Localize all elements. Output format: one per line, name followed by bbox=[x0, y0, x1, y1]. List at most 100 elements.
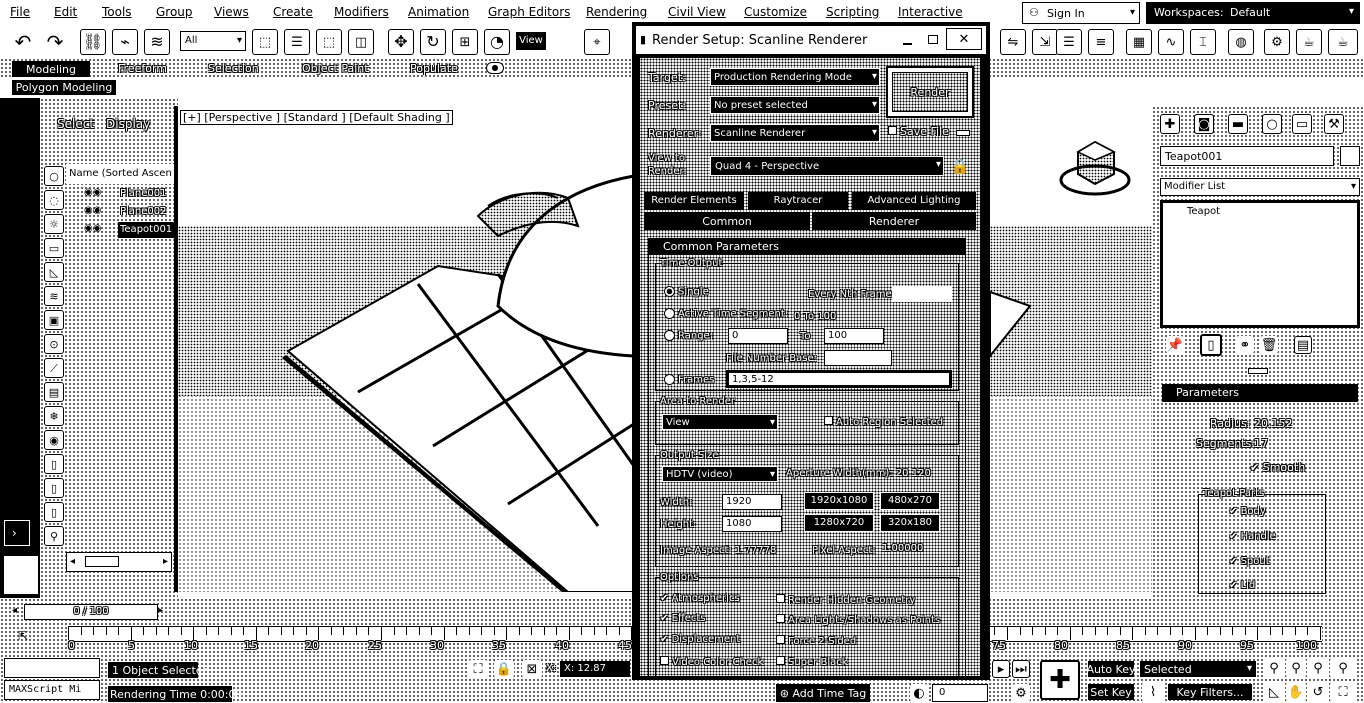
range-to-spinner[interactable]: 100 bbox=[824, 328, 884, 344]
ribbon-tab-modeling[interactable]: Modeling bbox=[12, 61, 90, 77]
filter-frozen-icon[interactable]: ❄ bbox=[44, 406, 64, 426]
filter-containers-icon[interactable]: ▤ bbox=[44, 382, 64, 402]
filter-hidden-icon[interactable]: ◉ bbox=[44, 430, 64, 450]
visibility-toggle-icon[interactable]: ◉◉ bbox=[84, 224, 101, 234]
effects-checkbox[interactable]: ✔ Effects bbox=[660, 614, 706, 624]
scene-explorer-tab-display[interactable]: Display bbox=[106, 118, 150, 130]
x-coord-field[interactable]: X: 12.87 bbox=[560, 661, 630, 677]
selected-dropdown[interactable]: Selected ▾ bbox=[1140, 661, 1256, 677]
preset-1280x720-button[interactable]: 1280x720 bbox=[804, 514, 874, 532]
close-button[interactable]: ✕ bbox=[946, 28, 982, 50]
unlink-icon[interactable]: ⌁ bbox=[112, 29, 138, 55]
menu-views[interactable]: Views bbox=[214, 5, 249, 19]
save-file-options-icon[interactable] bbox=[956, 130, 970, 136]
maximize-viewport-icon[interactable]: ⛶ bbox=[1330, 682, 1356, 702]
view-to-render-dropdown[interactable]: Quad 4 - Perspective bbox=[710, 156, 944, 176]
undo-icon[interactable]: ↶ bbox=[10, 29, 36, 55]
filter-cameras-icon[interactable]: ▭ bbox=[44, 238, 64, 258]
mirror-icon[interactable]: ⇋ bbox=[1000, 29, 1026, 55]
list-item[interactable]: ◉◉ Teapot001 bbox=[84, 222, 175, 238]
maximize-button[interactable] bbox=[920, 30, 946, 50]
tab-renderer[interactable]: Renderer bbox=[812, 212, 976, 230]
displacement-checkbox[interactable]: ✔ Displacement bbox=[660, 635, 740, 645]
zoom-icon[interactable]: ⚲ bbox=[1264, 658, 1284, 678]
save-file-checkbox[interactable]: Save File bbox=[888, 126, 949, 137]
target-dropdown[interactable]: Production Rendering Mode bbox=[710, 68, 880, 86]
sign-in-dropdown[interactable]: ⚇ Sign In ▾ bbox=[1022, 2, 1140, 24]
select-object-icon[interactable]: ⬚ bbox=[252, 29, 278, 55]
pan-icon[interactable]: ✋ bbox=[1286, 682, 1306, 702]
placement-icon[interactable]: ◔ bbox=[484, 29, 510, 55]
key-filters-icon[interactable]: ⌇ bbox=[1142, 682, 1164, 702]
viewcube-icon[interactable] bbox=[1058, 136, 1132, 198]
menu-edit[interactable]: Edit bbox=[54, 5, 77, 19]
make-unique-icon[interactable]: ⚭ bbox=[1236, 336, 1254, 354]
isolate-selection-icon[interactable]: ⛶ bbox=[468, 660, 488, 678]
body-checkbox[interactable]: ✔ Body bbox=[1229, 507, 1266, 517]
menu-file[interactable]: File bbox=[10, 5, 30, 19]
chevron-right-icon[interactable]: ▸ bbox=[163, 557, 168, 567]
frames-radio[interactable]: Frames bbox=[664, 374, 714, 386]
create-tab-icon[interactable]: ✚ bbox=[1160, 114, 1180, 134]
render-button[interactable]: Render bbox=[886, 66, 974, 118]
current-frame-field[interactable]: 0 bbox=[932, 684, 988, 702]
every-nth-field[interactable] bbox=[892, 286, 952, 302]
material-editor-icon[interactable]: ◍ bbox=[1228, 29, 1254, 55]
ribbon-tab-populate[interactable]: Populate bbox=[410, 63, 458, 74]
menu-rendering[interactable]: Rendering bbox=[586, 5, 647, 19]
handle-checkbox[interactable]: ✔ Handle bbox=[1229, 532, 1276, 542]
utilities-tab-icon[interactable]: ⚒ bbox=[1324, 114, 1344, 134]
orbit-icon[interactable]: ↺ bbox=[1308, 682, 1328, 702]
time-slider[interactable]: ◂ 0 / 100 ▸ bbox=[0, 604, 170, 620]
schematic-view-icon[interactable]: ⌶ bbox=[1190, 29, 1216, 55]
key-mode-icon[interactable]: ◐ bbox=[910, 684, 928, 702]
rotate-icon[interactable]: ↻ bbox=[420, 29, 446, 55]
tab-raytracer[interactable]: Raytracer bbox=[748, 192, 848, 210]
explorer-scrollbar[interactable]: ◂ ▸ bbox=[66, 552, 172, 572]
zoom-extents-icon[interactable]: ⚲ bbox=[1308, 658, 1328, 678]
area-to-render-dropdown[interactable]: View bbox=[662, 414, 778, 430]
rendered-frame-window-icon[interactable]: ☕ bbox=[1296, 29, 1322, 55]
render-setup-icon[interactable]: ⚙ bbox=[1264, 29, 1290, 55]
spout-checkbox[interactable]: ✔ Spout bbox=[1229, 557, 1270, 567]
area-lights-points-checkbox[interactable]: Area Lights/Shadows as Points bbox=[776, 614, 940, 626]
filter-bones-icon[interactable]: ⟋ bbox=[44, 358, 64, 378]
link-icon[interactable]: ⛓ bbox=[80, 29, 106, 55]
height-spinner[interactable]: 1080 bbox=[722, 516, 782, 532]
ribbon-tab-freeform[interactable]: Freeform bbox=[118, 63, 167, 74]
preset-dropdown[interactable]: No preset selected bbox=[710, 96, 880, 114]
tab-render-elements[interactable]: Render Elements bbox=[644, 192, 744, 210]
super-black-checkbox[interactable]: Super Black bbox=[776, 656, 848, 668]
scene-explorer-icon[interactable]: ≡ bbox=[1088, 29, 1114, 55]
width-spinner[interactable]: 1920 bbox=[722, 494, 782, 510]
pivot-center-icon[interactable]: ⌖ bbox=[584, 29, 610, 55]
set-key-button-icon[interactable]: ✚ bbox=[1040, 660, 1080, 700]
filter-all-icon[interactable]: ▯ bbox=[44, 454, 64, 474]
menu-create[interactable]: Create bbox=[273, 5, 313, 19]
field-of-view-icon[interactable]: ◺ bbox=[1264, 682, 1284, 702]
viewport-label-menu[interactable]: [+] [Perspective ] [Standard ] [Default … bbox=[180, 110, 453, 125]
filter-shapes-icon[interactable]: ◌ bbox=[44, 190, 64, 210]
ribbon-panel-polygon-modeling[interactable]: Polygon Modeling bbox=[12, 80, 116, 95]
reference-coordinate-dropdown[interactable]: View bbox=[516, 32, 546, 50]
chevron-left-icon[interactable]: ◂ bbox=[12, 606, 17, 616]
object-name-field[interactable]: Teapot001 bbox=[1160, 146, 1334, 166]
move-icon[interactable]: ✥ bbox=[388, 29, 414, 55]
select-by-name-icon[interactable]: ☰ bbox=[284, 29, 310, 55]
chevron-left-icon[interactable]: ◂ bbox=[70, 557, 75, 567]
selection-filter-dropdown[interactable]: All ▾ bbox=[180, 31, 246, 51]
collapse-panel-icon[interactable]: › bbox=[4, 520, 30, 546]
lid-checkbox[interactable]: ✔ Lid bbox=[1229, 581, 1255, 591]
auto-region-checkbox[interactable]: Auto Region Selected bbox=[824, 416, 943, 428]
filter-helpers-icon[interactable]: ◺ bbox=[44, 262, 64, 282]
time-slider-thumb[interactable]: 0 / 100 bbox=[24, 604, 158, 620]
zoom-extents-all-icon[interactable]: ⚲ bbox=[1330, 658, 1356, 678]
set-key-button[interactable]: Set Key bbox=[1088, 684, 1134, 700]
menu-interactive[interactable]: Interactive bbox=[898, 5, 963, 19]
maxscript-listener-input[interactable] bbox=[4, 658, 100, 678]
next-frame-icon[interactable]: ▸ bbox=[992, 660, 1010, 678]
list-item[interactable]: ◉◉ Plane002 bbox=[84, 204, 174, 220]
ribbon-tab-selection[interactable]: Selection bbox=[208, 63, 259, 74]
zoom-all-icon[interactable]: ⚲ bbox=[1286, 658, 1306, 678]
modifier-stack[interactable]: Teapot bbox=[1160, 200, 1360, 328]
